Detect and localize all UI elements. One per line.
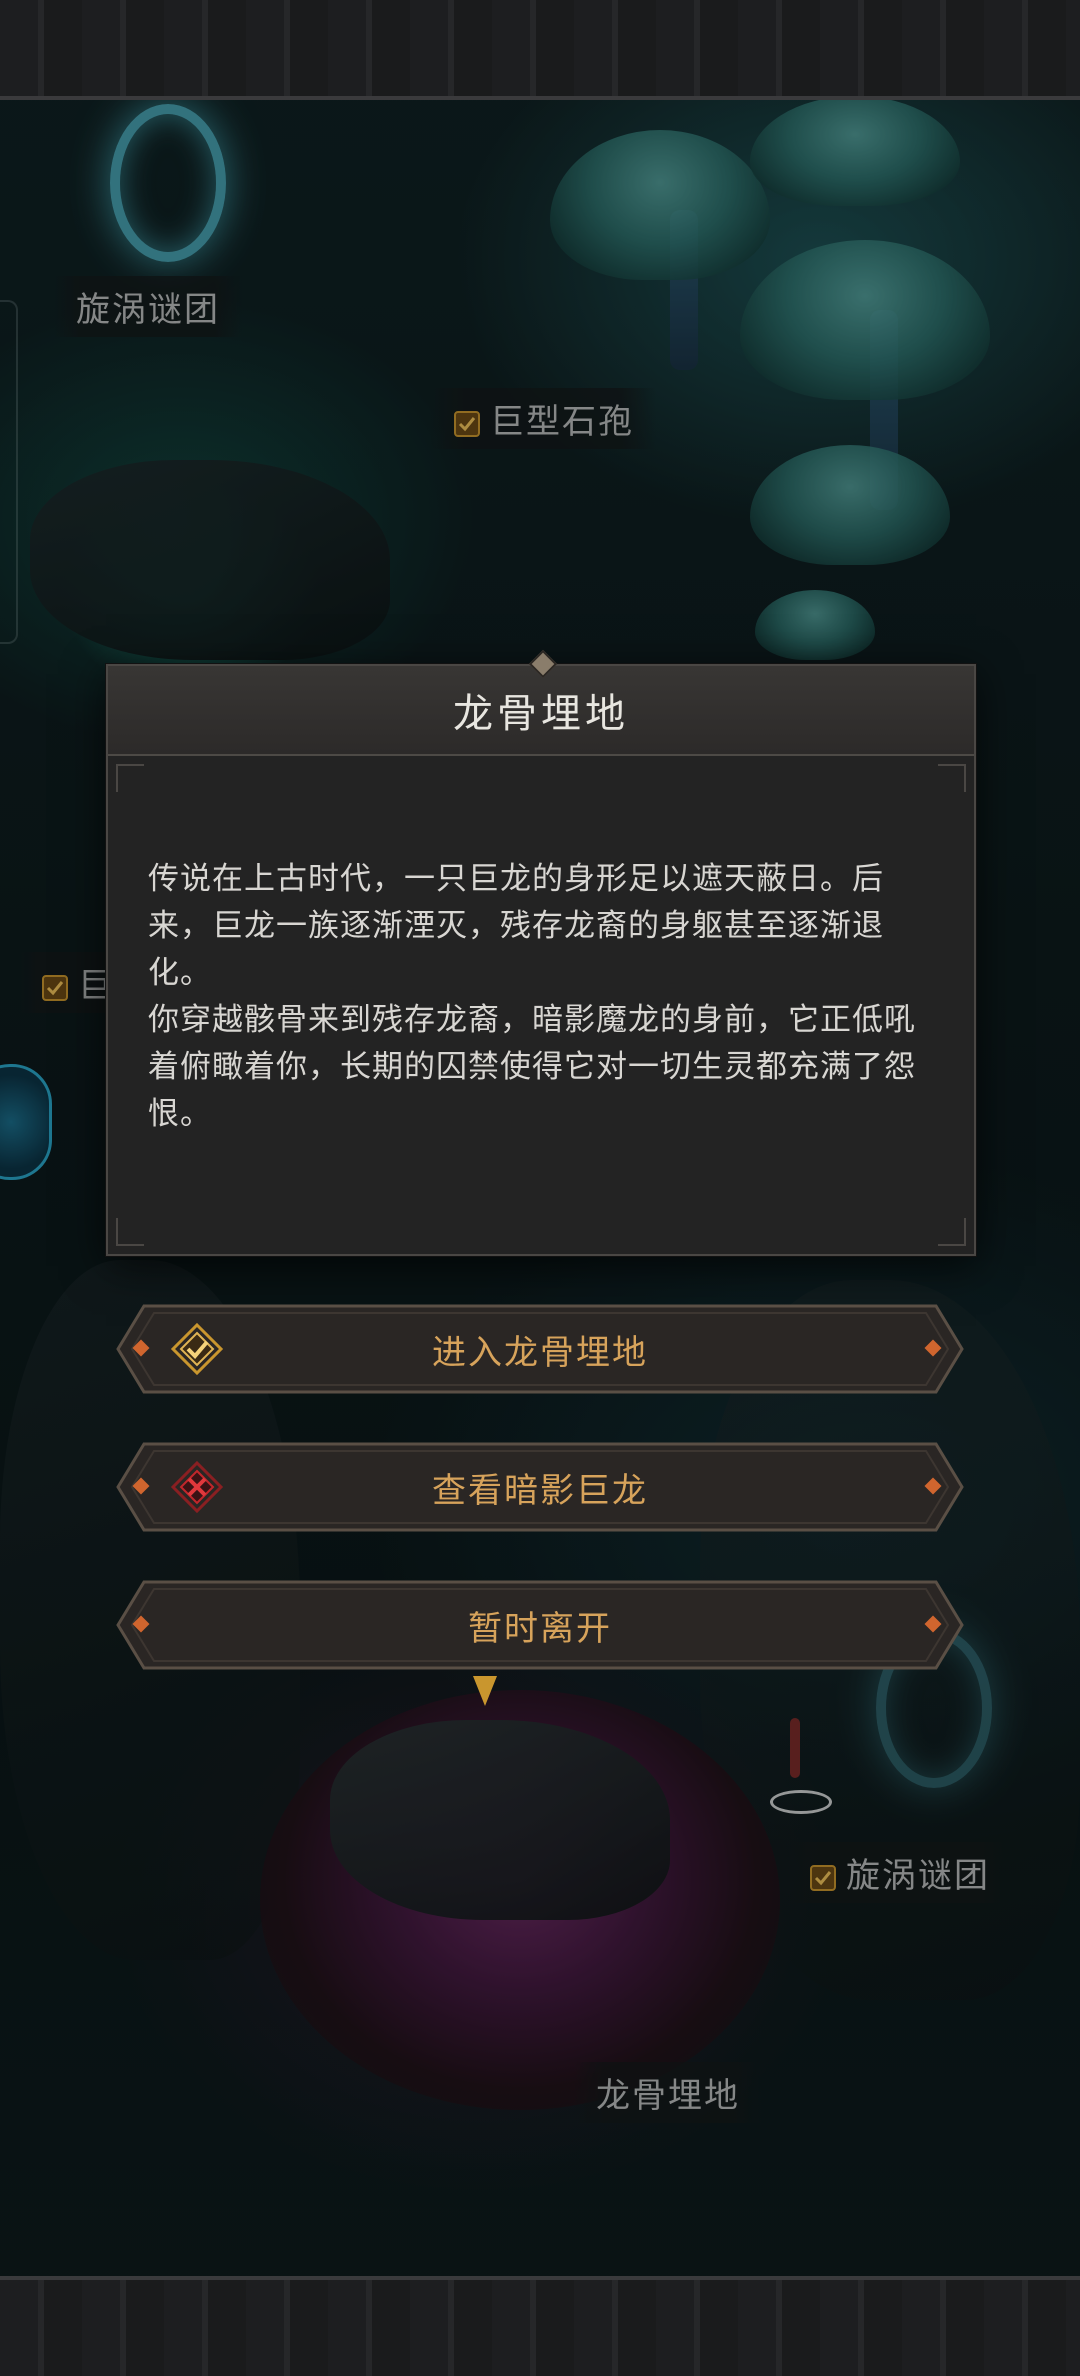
event-dialog: 龙骨埋地 传说在上古时代，一只巨龙的身形足以遮天蔽日。后来，巨龙一族逐渐湮灭，残… [106, 649, 976, 1256]
description-paragraph: 传说在上古时代，一只巨龙的身形足以遮天蔽日。后来，巨龙一族逐渐湮灭，残存龙裔的身… [148, 861, 884, 991]
game-map-screen: 旋涡谜团 巨型石孢 巨 旋涡谜团 龙骨埋地 龙骨埋地 传说在上古时代，一只巨龙的… [0, 0, 1080, 2376]
ornament-corner [938, 764, 966, 792]
dialog-title: 龙骨埋地 [453, 691, 629, 737]
dialog-description: 传说在上古时代，一只巨龙的身形足以遮天蔽日。后来，巨龙一族逐渐湮灭，残存龙裔的身… [148, 856, 934, 1138]
chevron-down-icon [473, 1676, 497, 1706]
description-paragraph: 你穿越骸骨来到残存龙裔，暗影魔龙的身前，它正低吼着俯瞰着你，长期的囚禁使得它对一… [148, 1002, 916, 1132]
option-label: 查看暗影巨龙 [432, 1470, 648, 1511]
dialog-header: 龙骨埋地 [108, 649, 974, 756]
top-frame-bar [0, 0, 1080, 100]
bottom-frame-bar [0, 2276, 1080, 2376]
ornament-corner [116, 764, 144, 792]
option-leave-button[interactable]: 暂时离开 [114, 1578, 966, 1672]
option-enter-button[interactable]: 进入龙骨埋地 [114, 1302, 966, 1396]
option-label: 进入龙骨埋地 [432, 1332, 648, 1373]
ornament-corner [938, 1218, 966, 1246]
option-view-dragon-button[interactable]: 查看暗影巨龙 [114, 1440, 966, 1534]
option-label: 暂时离开 [468, 1608, 612, 1649]
ornament-corner [116, 1218, 144, 1246]
